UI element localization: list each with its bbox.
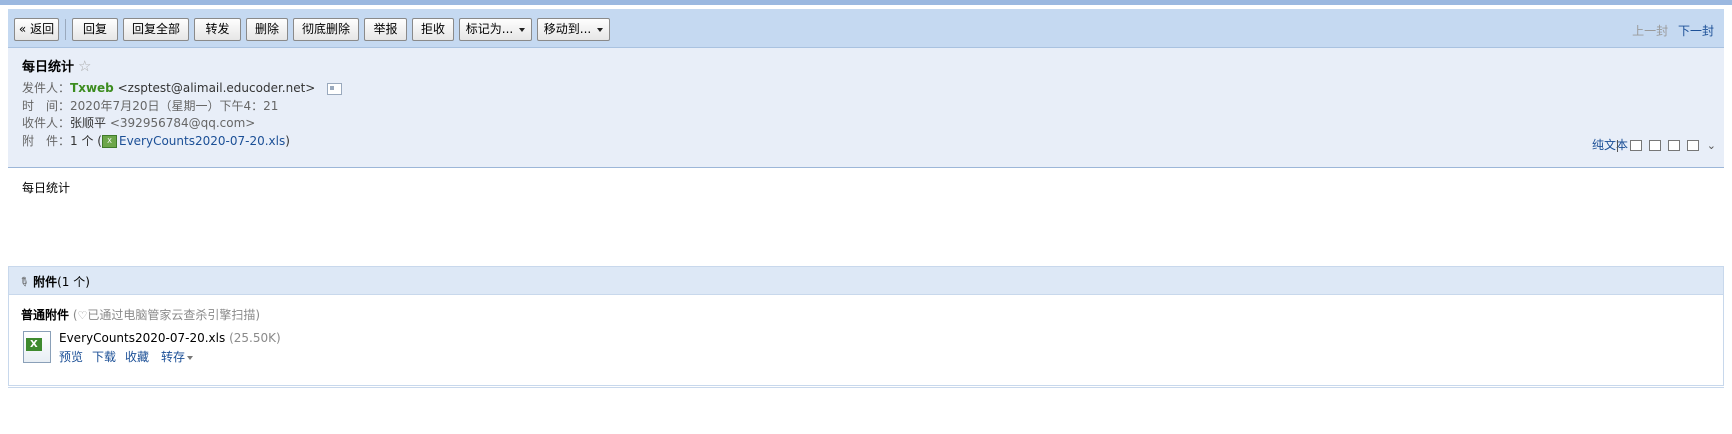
- attachment-section-label: 普通附件: [21, 308, 70, 322]
- reject-button[interactable]: 拒收: [412, 18, 454, 41]
- attachment-link[interactable]: EveryCounts2020-07-20.xls: [119, 134, 285, 148]
- double-chevron-down-icon[interactable]: ⌄: [1707, 139, 1716, 152]
- attachment-actions: 预览 下载 收藏 转存: [59, 348, 194, 365]
- delete-button[interactable]: 删除: [246, 18, 288, 41]
- print-icon[interactable]: [1686, 140, 1699, 151]
- mail-read-frame: « 返回 回复 回复全部 转发 删除 彻底删除 举报 拒收 标记为... 移动到…: [8, 9, 1724, 431]
- sender-label: 发件人：: [22, 81, 71, 95]
- window-top-bar: [0, 0, 1732, 5]
- toolbar-separator: [65, 19, 66, 40]
- time-row: 时 间：2020年7月20日（星期一）下午4：21: [22, 97, 278, 114]
- chevron-down-icon: [519, 27, 526, 32]
- recipient-email: <392956784@qq.com>: [109, 116, 256, 130]
- delete-permanently-button[interactable]: 彻底删除: [293, 18, 359, 41]
- mark-as-dropdown[interactable]: 标记为...: [459, 18, 532, 41]
- reply-button[interactable]: 回复: [72, 18, 118, 41]
- sender-row: 发件人：Txweb <zsptest@alimail.educoder.net>: [22, 79, 343, 96]
- attachment-file-name[interactable]: EveryCounts2020-07-20.xls: [59, 331, 225, 345]
- bottom-divider: [8, 387, 1724, 388]
- attachment-panel: ✎附件(1 个) 普通附件 (♡已通过电脑管家云查杀引擎扫描) EveryCou…: [8, 266, 1724, 386]
- attachment-file: EveryCounts2020-07-20.xls (25.50K): [59, 331, 281, 345]
- attachment-panel-header: ✎附件(1 个): [9, 267, 1723, 295]
- scan-paren-close: ): [255, 308, 261, 322]
- prev-next-nav: 上一封 下一封: [1632, 22, 1714, 39]
- recipient-name[interactable]: 张顺平: [70, 116, 106, 130]
- attachment-label: 附 件：: [22, 134, 71, 148]
- excel-file-icon[interactable]: [23, 331, 51, 363]
- move-to-dropdown[interactable]: 移动到...: [537, 18, 610, 41]
- recipient-label: 收件人：: [22, 116, 71, 130]
- attachment-section: 普通附件 (♡已通过电脑管家云查杀引擎扫描): [21, 306, 260, 323]
- attachment-panel-title: ✎附件(1 个): [15, 273, 90, 291]
- attachment-file-size: (25.50K): [229, 331, 281, 345]
- forward-button[interactable]: 转发: [194, 18, 241, 41]
- tools-separator: [1616, 139, 1618, 152]
- attachment-title: 附件: [33, 275, 58, 289]
- preview-link[interactable]: 预览: [59, 350, 83, 364]
- page-icon[interactable]: [1649, 140, 1662, 151]
- contact-card-icon[interactable]: [327, 82, 343, 95]
- mail-toolbar: « 返回 回复 回复全部 转发 删除 彻底删除 举报 拒收 标记为... 移动到…: [8, 9, 1724, 48]
- save-to-link[interactable]: 转存: [161, 350, 185, 364]
- new-window-icon[interactable]: [1630, 140, 1643, 151]
- move-to-label: 移动到...: [543, 22, 592, 36]
- chevron-down-icon: [597, 27, 604, 32]
- paperclip-icon: ✎: [15, 273, 33, 291]
- shield-icon: ♡: [77, 309, 88, 322]
- scan-note: 已通过电脑管家云查杀引擎扫描: [87, 308, 256, 322]
- mark-as-label: 标记为...: [465, 22, 514, 36]
- mail-header: 每日统计 ☆ 发件人：Txweb <zsptest@alimail.educode…: [8, 48, 1724, 168]
- attachment-count: 1 个: [70, 134, 94, 148]
- attachment-count: (1 个): [57, 275, 90, 289]
- back-button[interactable]: « 返回: [14, 18, 59, 41]
- sender-name[interactable]: Txweb: [70, 81, 114, 95]
- next-mail-link[interactable]: 下一封: [1678, 24, 1714, 38]
- header-tools: ⌄: [1616, 138, 1716, 152]
- recipient-row: 收件人：张顺平 <392956784@qq.com>: [22, 114, 255, 131]
- reply-all-button[interactable]: 回复全部: [123, 18, 189, 41]
- download-link[interactable]: 下载: [92, 350, 116, 364]
- star-icon[interactable]: ☆: [78, 57, 91, 75]
- report-button[interactable]: 举报: [364, 18, 407, 41]
- mail-subject: 每日统计 ☆: [22, 56, 91, 75]
- chevron-down-icon[interactable]: [187, 355, 194, 360]
- prev-mail-link[interactable]: 上一封: [1632, 24, 1668, 38]
- sender-email: <zsptest@alimail.educoder.net>: [117, 81, 316, 95]
- mail-body-text: 每日统计: [22, 181, 71, 195]
- excel-file-icon: X: [101, 135, 117, 148]
- time-label: 时 间：: [22, 99, 71, 113]
- folder-icon[interactable]: [1668, 140, 1681, 151]
- favorite-link[interactable]: 收藏: [125, 350, 149, 364]
- attachment-row: 附 件：1 个 (X EveryCounts2020-07-20.xls): [22, 132, 290, 149]
- time-value: 2020年7月20日（星期一）下午4：21: [70, 99, 279, 113]
- subject-text: 每日统计: [22, 60, 75, 75]
- attachment-paren-close: ): [285, 134, 290, 148]
